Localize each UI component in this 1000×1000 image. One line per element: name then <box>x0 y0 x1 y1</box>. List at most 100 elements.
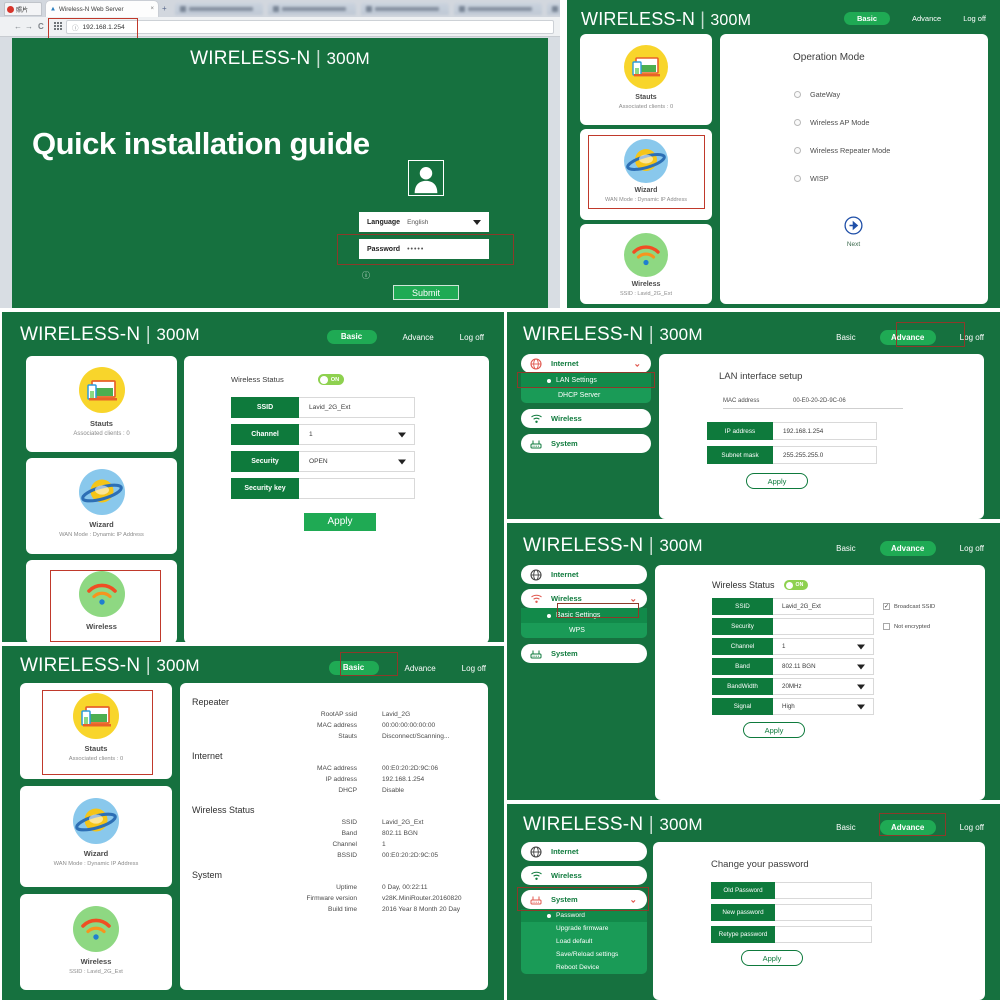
sidebar-item-internet[interactable]: Internet <box>521 565 647 584</box>
checkbox-broadcast-ssid[interactable]: ✓ Broadcast SSID <box>883 598 935 615</box>
field-value[interactable]: 802.11 BGN <box>773 658 874 675</box>
browser-tab-blurred[interactable] <box>547 3 560 15</box>
field-value[interactable]: Lavid_2G_Ext <box>299 397 415 418</box>
sidebar-item-wireless[interactable]: Wireless <box>521 409 651 428</box>
sidebar-item-load-default[interactable]: Load default <box>521 935 647 948</box>
radio-icon[interactable] <box>794 175 801 182</box>
sidebar-item-system[interactable]: System ⌄ <box>521 890 647 909</box>
nav-advance[interactable]: Advance <box>403 333 434 342</box>
chevron-down-icon[interactable] <box>473 220 481 225</box>
nav-logoff[interactable]: Log off <box>960 823 984 832</box>
password-field[interactable]: Password ••••• <box>359 239 489 259</box>
reload-icon[interactable]: C <box>38 22 44 31</box>
language-field[interactable]: Language English <box>359 212 489 232</box>
card-wireless[interactable]: Wireless SSID : Lavid_2G_Ext <box>20 894 172 990</box>
nav-basic[interactable]: Basic <box>327 330 377 344</box>
field-subnet-mask[interactable]: Subnet mask 255.255.255.0 <box>707 446 984 464</box>
apply-button[interactable]: Apply <box>746 473 808 489</box>
field-value[interactable]: 255.255.255.0 <box>773 446 877 464</box>
nav-basic[interactable]: Basic <box>844 12 890 25</box>
password-info-icon[interactable]: ⓘ <box>362 270 370 281</box>
card-wireless[interactable]: Wireless <box>26 560 177 642</box>
field-ip-address[interactable]: IP address 192.168.1.254 <box>707 422 984 440</box>
browser-tab-blurred[interactable] <box>361 3 449 15</box>
browser-tab-active[interactable]: Wireless-N Web Server × <box>46 1 158 17</box>
radio-wireless-repeater-mode[interactable]: Wireless Repeater Mode <box>794 136 988 164</box>
chevron-down-icon[interactable] <box>857 704 865 709</box>
card-wizard[interactable]: Wizard WAN Mode : Dynamic IP Address <box>26 458 177 554</box>
apply-button[interactable]: Apply <box>304 513 376 531</box>
field-band[interactable]: Band 802.11 BGN <box>712 658 985 675</box>
os-tab[interactable]: 照片 <box>4 2 42 16</box>
nav-logoff[interactable]: Log off <box>462 664 486 673</box>
sidebar-item-password[interactable]: Password <box>521 909 647 922</box>
chevron-down-icon[interactable] <box>857 664 865 669</box>
nav-advance[interactable]: Advance <box>405 664 436 673</box>
submit-button[interactable]: Submit <box>393 285 459 300</box>
chevron-down-icon[interactable]: ⌄ <box>629 894 637 905</box>
field-old-password[interactable]: Old Password <box>711 882 985 899</box>
sidebar-item-dhcp-server[interactable]: DHCP Server <box>521 388 651 403</box>
page-info-icon[interactable]: ⓘ <box>72 22 79 32</box>
nav-advance[interactable]: Advance <box>880 820 936 835</box>
field-bandwidth[interactable]: BandWidth 20MHz <box>712 678 985 695</box>
field-value[interactable]: 20MHz <box>773 678 874 695</box>
radio-icon[interactable] <box>794 147 801 154</box>
field-new-password[interactable]: New password <box>711 904 985 921</box>
card-stauts[interactable]: Stauts Associated clients : 0 <box>20 683 172 779</box>
checkbox-icon[interactable]: ✓ <box>883 603 890 610</box>
chevron-down-icon[interactable]: ⌄ <box>633 358 641 369</box>
forward-icon[interactable]: → <box>25 22 33 31</box>
field-value[interactable]: High <box>773 698 874 715</box>
sidebar-item-basic-settings[interactable]: Basic Settings <box>521 608 647 623</box>
nav-basic[interactable]: Basic <box>329 661 379 675</box>
sidebar-item-reboot-device[interactable]: Reboot Device <box>521 961 647 974</box>
sidebar-item-wireless[interactable]: Wireless ⌄ <box>521 589 647 608</box>
card-stauts[interactable]: Stauts Associated clients : 0 <box>580 34 712 125</box>
checkbox-not-encrypted[interactable]: Not encrypted <box>883 618 930 635</box>
field-value[interactable]: Lavid_2G_Ext <box>773 598 874 615</box>
nav-basic[interactable]: Basic <box>836 823 856 832</box>
nav-advance[interactable]: Advance <box>912 14 941 23</box>
field-value[interactable] <box>775 882 872 899</box>
sidebar-item-lan-settings[interactable]: LAN Settings <box>521 373 651 388</box>
address-bar[interactable]: ⓘ 192.168.1.254 <box>66 20 554 34</box>
field-ssid[interactable]: SSID Lavid_2G_Ext ✓ Broadcast SSID <box>712 598 985 615</box>
next-button[interactable]: Next <box>844 216 863 248</box>
sidebar-item-wps[interactable]: WPS <box>521 623 647 638</box>
field-ssid[interactable]: SSID Lavid_2G_Ext <box>231 397 489 418</box>
chevron-down-icon[interactable] <box>398 432 406 437</box>
field-security-key[interactable]: Security key <box>231 478 489 499</box>
nav-logoff[interactable]: Log off <box>460 333 484 342</box>
nav-advance[interactable]: Advance <box>880 541 936 556</box>
card-wireless[interactable]: Wireless SSID : Lavid_2G_Ext <box>580 224 712 304</box>
field-value[interactable]: 192.168.1.254 <box>773 422 877 440</box>
browser-tab-blurred[interactable] <box>268 3 356 15</box>
close-icon[interactable]: × <box>150 6 154 12</box>
radio-wisp[interactable]: WISP <box>794 164 988 192</box>
chevron-down-icon[interactable]: ⌄ <box>629 593 637 604</box>
apps-grid-icon[interactable] <box>54 22 62 30</box>
card-wizard[interactable]: Wizard WAN Mode : Dynamic IP Address <box>580 129 712 220</box>
wireless-status-toggle[interactable]: ON <box>318 374 344 385</box>
sidebar-item-save-reload-settings[interactable]: Save/Reload settings <box>521 948 647 961</box>
nav-logoff[interactable]: Log off <box>960 333 984 342</box>
radio-icon[interactable] <box>794 91 801 98</box>
chevron-down-icon[interactable] <box>857 684 865 689</box>
field-signal[interactable]: Signal High <box>712 698 985 715</box>
field-value[interactable] <box>299 478 415 499</box>
card-stauts[interactable]: Stauts Associated clients : 0 <box>26 356 177 452</box>
field-value[interactable]: 1 <box>299 424 415 445</box>
checkbox-icon[interactable] <box>883 623 890 630</box>
field-security[interactable]: Security Not encrypted <box>712 618 985 635</box>
nav-logoff[interactable]: Log off <box>963 14 986 23</box>
sidebar-item-internet[interactable]: Internet <box>521 842 647 861</box>
sidebar-item-wireless[interactable]: Wireless <box>521 866 647 885</box>
nav-logoff[interactable]: Log off <box>960 544 984 553</box>
chevron-down-icon[interactable] <box>398 459 406 464</box>
nav-basic[interactable]: Basic <box>836 544 856 553</box>
radio-gateway[interactable]: GateWay <box>794 80 988 108</box>
radio-wireless-ap-mode[interactable]: Wireless AP Mode <box>794 108 988 136</box>
nav-basic[interactable]: Basic <box>836 333 856 342</box>
field-security[interactable]: Security OPEN <box>231 451 489 472</box>
